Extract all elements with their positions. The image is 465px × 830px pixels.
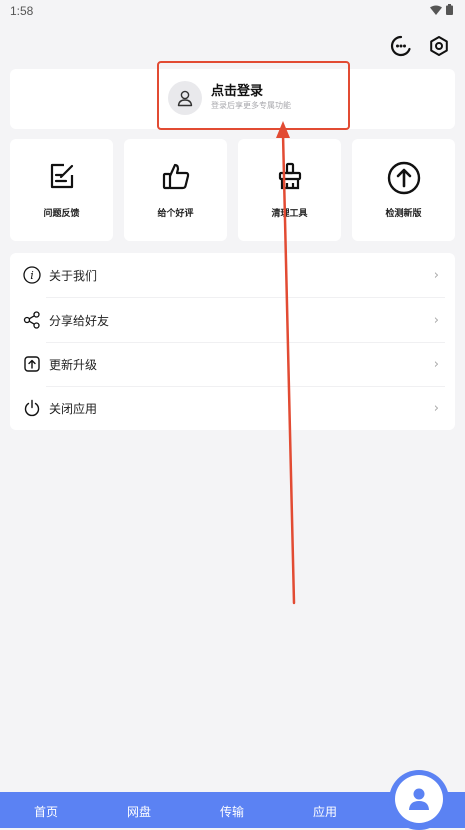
menu-label: 更新升级 [49,357,98,372]
tool-feedback[interactable]: 问题反馈 [10,139,113,241]
settings-button[interactable] [427,34,451,58]
menu-label: 关闭应用 [49,401,98,416]
chat-bot-icon [390,35,411,57]
chevron-right-icon: › [433,400,439,416]
feedback-icon [50,163,73,189]
tool-row: 问题反馈 给个好评 清理工具 检测新版 [10,139,455,241]
wifi-icon [430,5,442,15]
menu-label: 关于我们 [49,268,98,283]
status-time: 1:58 [10,4,34,18]
menu-item-update[interactable]: 更新升级 › [10,342,455,386]
thumbs-up-icon [162,163,189,190]
tool-check-update[interactable]: 检测新版 [352,139,455,241]
login-subtitle: 登录后享更多专属功能 [211,101,291,110]
chevron-right-icon: › [433,356,439,372]
menu-item-exit[interactable]: 关闭应用 › [10,386,455,430]
info-icon: i [23,266,41,284]
nav-drive[interactable]: 网盘 [127,803,151,820]
tool-label: 检测新版 [385,209,422,219]
user-icon [177,90,193,107]
broom-icon [278,162,301,190]
profile-tab-button[interactable] [395,775,443,823]
login-title: 点击登录 [211,84,264,99]
menu-item-share[interactable]: 分享给好友 › [10,298,455,342]
power-icon [24,399,40,417]
gear-icon [430,36,448,56]
login-button[interactable]: 点击登录 登录后享更多专属功能 [168,81,291,115]
tool-label: 给个好评 [157,209,194,219]
assistant-button[interactable] [389,34,413,58]
status-bar: 1:58 [0,0,465,22]
chevron-right-icon: › [433,267,439,283]
avatar [168,81,202,115]
share-icon [23,311,40,329]
update-icon [24,356,40,372]
tool-clean[interactable]: 清理工具 [238,139,341,241]
login-text: 点击登录 登录后享更多专属功能 [211,84,291,112]
battery-icon [446,4,453,15]
nav-transfer[interactable]: 传输 [220,803,244,820]
tool-rate[interactable]: 给个好评 [124,139,227,241]
menu-item-about[interactable]: i 关于我们 › [10,253,455,297]
menu-label: 分享给好友 [49,313,110,328]
menu-card: i 关于我们 › 分享给好友 › 更新升级 › 关闭应用 › [10,253,455,430]
tool-label: 问题反馈 [43,209,80,219]
nav-home[interactable]: 首页 [34,803,58,820]
chevron-right-icon: › [433,312,439,328]
svg-text:i: i [30,269,34,282]
nav-apps[interactable]: 应用 [313,803,337,820]
user-profile-icon [409,788,429,810]
status-icons [430,4,453,15]
tool-label: 清理工具 [271,209,308,219]
arrow-up-circle-icon [387,161,420,195]
top-actions [389,34,451,58]
